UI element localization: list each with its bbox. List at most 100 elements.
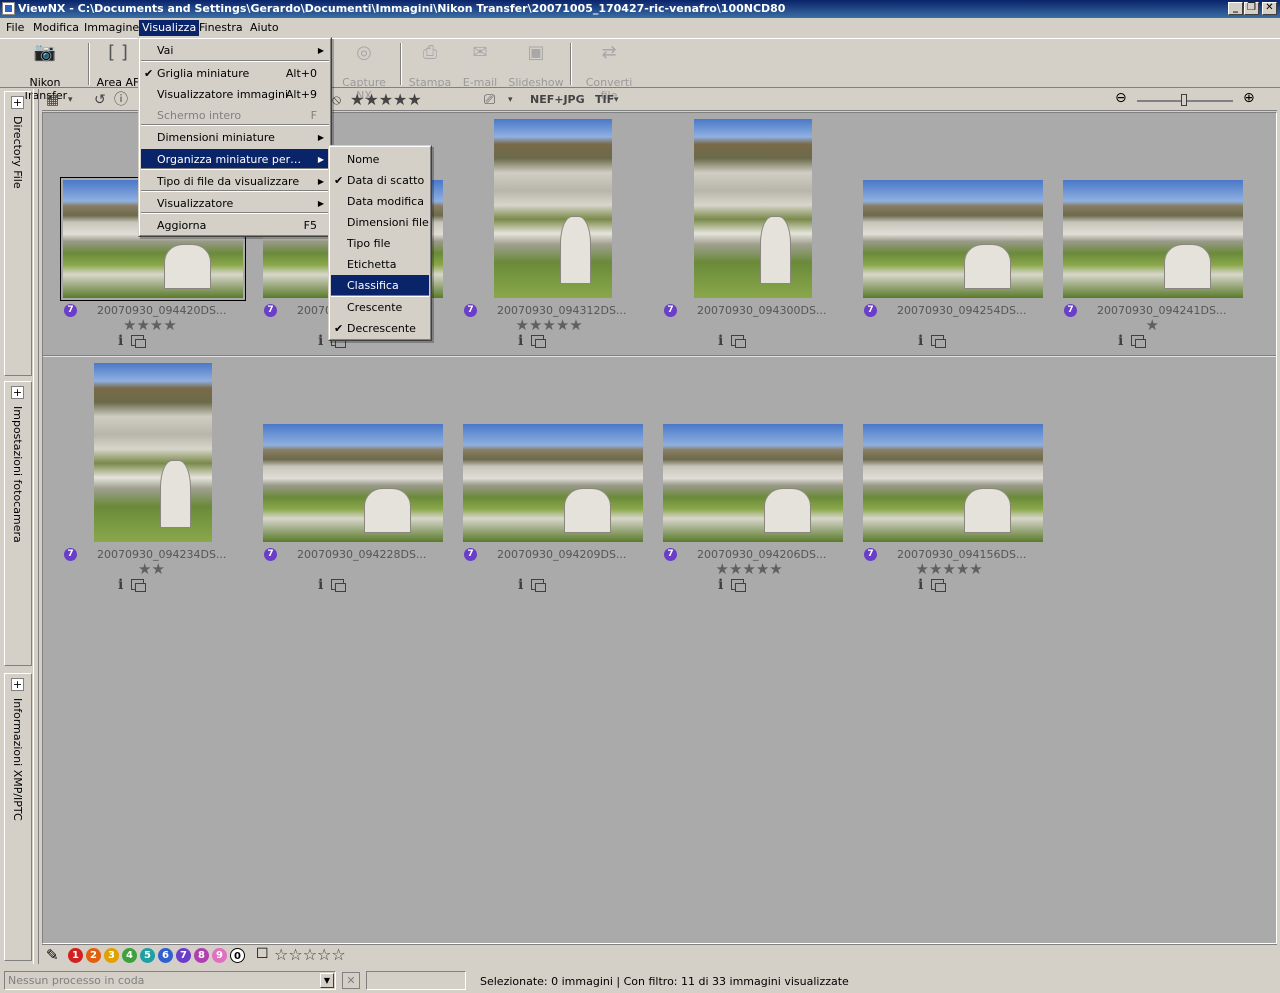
expand-icon[interactable]: +	[11, 96, 24, 109]
organizza-menu-item[interactable]: Etichetta	[331, 254, 429, 275]
area-af-button[interactable]: [ ] Area AF	[96, 41, 140, 89]
organizza-menu-item[interactable]: Crescente	[331, 297, 429, 318]
expand-icon[interactable]: +	[11, 678, 24, 691]
copy-icon[interactable]	[1131, 335, 1146, 348]
print-button[interactable]: ⎙ Stampa	[408, 41, 452, 89]
organizza-menu-item[interactable]: Tipo file	[331, 233, 429, 254]
dropdown-arrow-icon[interactable]: ▾	[508, 91, 513, 109]
label-color-button[interactable]: 5	[140, 948, 155, 963]
label-color-button[interactable]: 1	[68, 948, 83, 963]
organizza-menu-item[interactable]: Dimensioni file	[331, 212, 429, 233]
rotate-icon[interactable]: ↺	[94, 91, 106, 109]
camera-filter-icon[interactable]: ⎚	[484, 91, 495, 109]
dropdown-arrow-icon[interactable]: ▼	[320, 973, 334, 988]
copy-icon[interactable]	[731, 335, 746, 348]
cancel-queue-icon[interactable]: ✕	[342, 972, 360, 989]
thumbnail-cell[interactable]: 7 20070930_094156DS... ★★★★★ i	[853, 357, 1053, 597]
thumbnail-image[interactable]	[1063, 180, 1243, 298]
visualizza-menu-item[interactable]: Visualizzatore immagini Alt+9	[141, 84, 329, 105]
filter-icon[interactable]: ⦸	[332, 91, 341, 109]
thumbnail-cell[interactable]: 7 20070930_094312DS... ★★★★★ i	[453, 113, 653, 353]
expand-icon[interactable]: +	[11, 386, 24, 399]
copy-icon[interactable]	[731, 579, 746, 592]
label-color-button[interactable]: 8	[194, 948, 209, 963]
info-icon[interactable]: i	[118, 333, 123, 349]
thumbnail-image[interactable]	[494, 119, 612, 298]
copy-icon[interactable]	[531, 335, 546, 348]
menu-immagine[interactable]: Immagine	[84, 21, 139, 34]
label-color-button[interactable]: 4	[122, 948, 137, 963]
thumbnail-cell[interactable]: 7 20070930_094209DS... i	[453, 357, 653, 597]
label-color-button[interactable]: 0	[230, 948, 245, 963]
dropdown-arrow-icon[interactable]: ▾	[614, 91, 619, 109]
visualizza-menu-item[interactable]: Griglia miniature ✔ Alt+0	[141, 63, 329, 84]
close-button[interactable]: ✕	[1262, 2, 1277, 15]
visualizza-menu-item[interactable]: Vai ▶	[141, 40, 329, 61]
maximize-button[interactable]: ❐	[1244, 2, 1259, 15]
visualizza-menu-item[interactable]: Dimensioni miniature ▶	[141, 127, 329, 148]
copy-icon[interactable]	[931, 579, 946, 592]
thumbnail-image[interactable]	[94, 363, 212, 542]
thumbnail-image[interactable]	[263, 424, 443, 542]
copy-icon[interactable]	[131, 579, 146, 592]
menu-modifica[interactable]: Modifica	[33, 21, 79, 34]
info-icon[interactable]: i	[518, 333, 523, 349]
tif-filter[interactable]: TIF	[595, 91, 614, 109]
organizza-menu-item[interactable]: Nome	[331, 149, 429, 170]
thumbnail-cell[interactable]: 7 20070930_094254DS... i	[853, 113, 1053, 353]
label-color-button[interactable]: 7	[176, 948, 191, 963]
nef-jpg-filter[interactable]: NEF+JPG	[530, 91, 585, 109]
rating-pencil-icon[interactable]: ☐	[256, 946, 269, 962]
panel-camera-settings[interactable]: + Impostazioni fotocamera	[4, 381, 32, 666]
thumbnail-cell[interactable]: 7 20070930_094241DS... ★ i	[1053, 113, 1253, 353]
zoom-handle[interactable]	[1181, 94, 1187, 106]
visualizza-menu-item[interactable]: Tipo di file da visualizzare ▶	[141, 171, 329, 192]
zoom-in-icon[interactable]: ⊕	[1243, 90, 1255, 106]
visualizza-menu-item[interactable]: Organizza miniature per… ▶	[141, 149, 329, 170]
info-icon[interactable]: i	[118, 577, 123, 593]
menu-finestra[interactable]: Finestra	[199, 21, 243, 34]
label-color-button[interactable]: 2	[86, 948, 101, 963]
grid-view-icon[interactable]: ▦	[46, 91, 59, 109]
thumbnail-image[interactable]	[663, 424, 843, 542]
thumbnail-cell[interactable]: 7 20070930_094228DS... i	[253, 357, 453, 597]
info-icon[interactable]: i	[918, 333, 923, 349]
label-color-button[interactable]: 9	[212, 948, 227, 963]
info-circle-icon[interactable]: ⓘ	[114, 91, 128, 109]
copy-icon[interactable]	[531, 579, 546, 592]
panel-directory-file[interactable]: + Directory File	[4, 91, 32, 376]
menu-aiuto[interactable]: Aiuto	[250, 21, 279, 34]
thumbnail-image[interactable]	[463, 424, 643, 542]
info-icon[interactable]: i	[918, 577, 923, 593]
thumbnail-image[interactable]	[694, 119, 812, 298]
slideshow-button[interactable]: ▣ Slideshow	[508, 41, 564, 89]
organizza-menu-item[interactable]: Decrescente ✔	[331, 318, 429, 339]
info-icon[interactable]: i	[318, 577, 323, 593]
organizza-menu-item[interactable]: Classifica	[331, 275, 429, 296]
thumbnail-cell[interactable]: 7 20070930_094300DS... i	[653, 113, 853, 353]
organizza-menu-item[interactable]: Data modifica	[331, 191, 429, 212]
zoom-slider[interactable]: ⊖ ⊕	[1115, 90, 1265, 108]
zoom-out-icon[interactable]: ⊖	[1115, 90, 1127, 106]
thumbnail-image[interactable]	[863, 180, 1043, 298]
info-icon[interactable]: i	[318, 333, 323, 349]
queue-status-field[interactable]: Nessun processo in coda ▼	[4, 971, 336, 990]
rating-stars-input[interactable]: ☆☆☆☆☆	[274, 945, 346, 964]
organizza-menu-item[interactable]: Data di scatto ✔	[331, 170, 429, 191]
visualizza-menu-item[interactable]: Schermo intero F	[141, 105, 329, 126]
info-icon[interactable]: i	[1118, 333, 1123, 349]
thumbnail-cell[interactable]: 7 20070930_094206DS... ★★★★★ i	[653, 357, 853, 597]
info-icon[interactable]: i	[718, 333, 723, 349]
email-button[interactable]: ✉ E-mail	[460, 41, 500, 89]
visualizza-menu-item[interactable]: Aggiorna F5	[141, 215, 329, 236]
info-icon[interactable]: i	[718, 577, 723, 593]
rating-filter-stars-icon[interactable]: ★★★★★	[350, 91, 422, 109]
label-color-button[interactable]: 3	[104, 948, 119, 963]
copy-icon[interactable]	[331, 579, 346, 592]
panel-xmp-iptc[interactable]: + Informazioni XMP/IPTC	[4, 673, 32, 961]
thumbnail-cell[interactable]: 7 20070930_094234DS... ★★ i	[53, 357, 253, 597]
menu-visualizza[interactable]: Visualizza	[139, 20, 200, 36]
minimize-button[interactable]: _	[1228, 2, 1243, 15]
visualizza-menu-item[interactable]: Visualizzatore ▶	[141, 193, 329, 214]
copy-icon[interactable]	[131, 335, 146, 348]
